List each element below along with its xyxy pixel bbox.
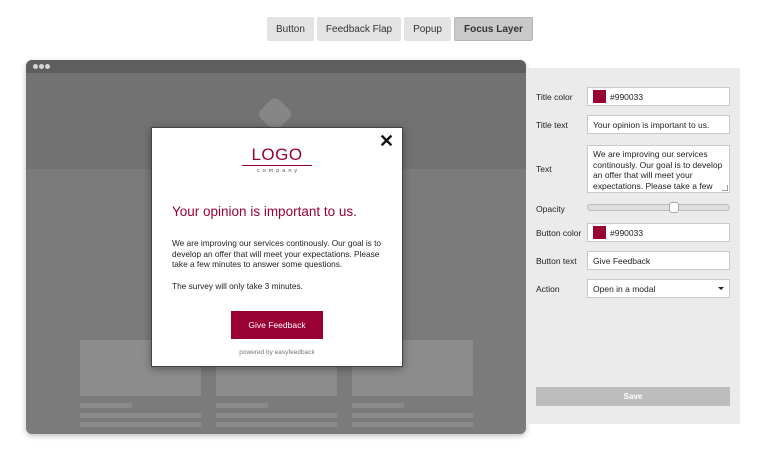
text-label: Text (536, 164, 552, 174)
button-color-swatch[interactable] (593, 226, 606, 239)
save-button[interactable]: Save (536, 387, 730, 406)
title-text-value: Your opinion is important to us. (593, 119, 710, 130)
modal-title: Your opinion is important to us. (172, 204, 357, 219)
button-color-label: Button color (536, 228, 582, 238)
placeholder-line (352, 422, 473, 427)
modal-text: We are improving our services continousl… (172, 238, 382, 269)
button-text-input[interactable]: Give Feedback (587, 251, 730, 270)
title-text-input[interactable]: Your opinion is important to us. (587, 115, 730, 134)
button-color-field[interactable]: #990033 (587, 223, 730, 242)
button-color-value: #990033 (610, 227, 644, 238)
logo-rule (242, 165, 312, 166)
modal-note: The survey will only take 3 minutes. (172, 281, 303, 291)
tab-button[interactable]: Button (267, 17, 314, 41)
placeholder-line (80, 413, 201, 418)
title-text-label: Title text (536, 120, 568, 130)
logo-subtext: company (256, 168, 301, 174)
placeholder-line (216, 422, 337, 427)
resize-handle-icon[interactable] (722, 185, 728, 191)
browser-title-bar (26, 60, 526, 73)
logo-text: LOGO (251, 145, 303, 164)
window-dot-icon (39, 64, 44, 69)
placeholder-line (80, 403, 132, 408)
placeholder-line (352, 413, 473, 418)
text-textarea[interactable]: We are improving our services continousl… (587, 145, 730, 193)
text-textarea-value: We are improving our services continousl… (593, 149, 723, 191)
button-text-label: Button text (536, 256, 577, 266)
settings-panel: Title color #990033 Title text Your opin… (526, 68, 740, 424)
button-text-value: Give Feedback (593, 255, 651, 266)
tab-popup[interactable]: Popup (404, 17, 451, 41)
tab-focus-layer[interactable]: Focus Layer (454, 17, 533, 41)
action-select-value: Open in a modal (593, 283, 656, 294)
company-logo: LOGO company (152, 146, 402, 174)
opacity-slider[interactable] (587, 202, 730, 213)
title-color-field[interactable]: #990033 (587, 87, 730, 106)
give-feedback-button[interactable]: Give Feedback (231, 311, 323, 339)
focus-layer-modal: ✕ LOGO company Your opinion is important… (151, 127, 403, 367)
powered-by: powered by easyfeedback (239, 349, 315, 356)
window-dot-icon (45, 64, 50, 69)
window-dot-icon (33, 64, 38, 69)
action-label: Action (536, 284, 560, 294)
placeholder-line (216, 403, 268, 408)
opacity-label: Opacity (536, 204, 565, 214)
placeholder-line (80, 422, 201, 427)
title-color-label: Title color (536, 92, 573, 102)
action-select[interactable]: Open in a modal (587, 279, 730, 298)
preview-type-tabs: Button Feedback Flap Popup Focus Layer (267, 17, 533, 41)
tab-feedback-flap[interactable]: Feedback Flap (316, 17, 402, 41)
title-color-value: #990033 (610, 91, 644, 102)
chevron-down-icon (718, 287, 724, 290)
placeholder-line (216, 413, 337, 418)
placeholder-line (352, 403, 404, 408)
title-color-swatch[interactable] (593, 90, 606, 103)
opacity-slider-thumb[interactable] (669, 202, 680, 213)
